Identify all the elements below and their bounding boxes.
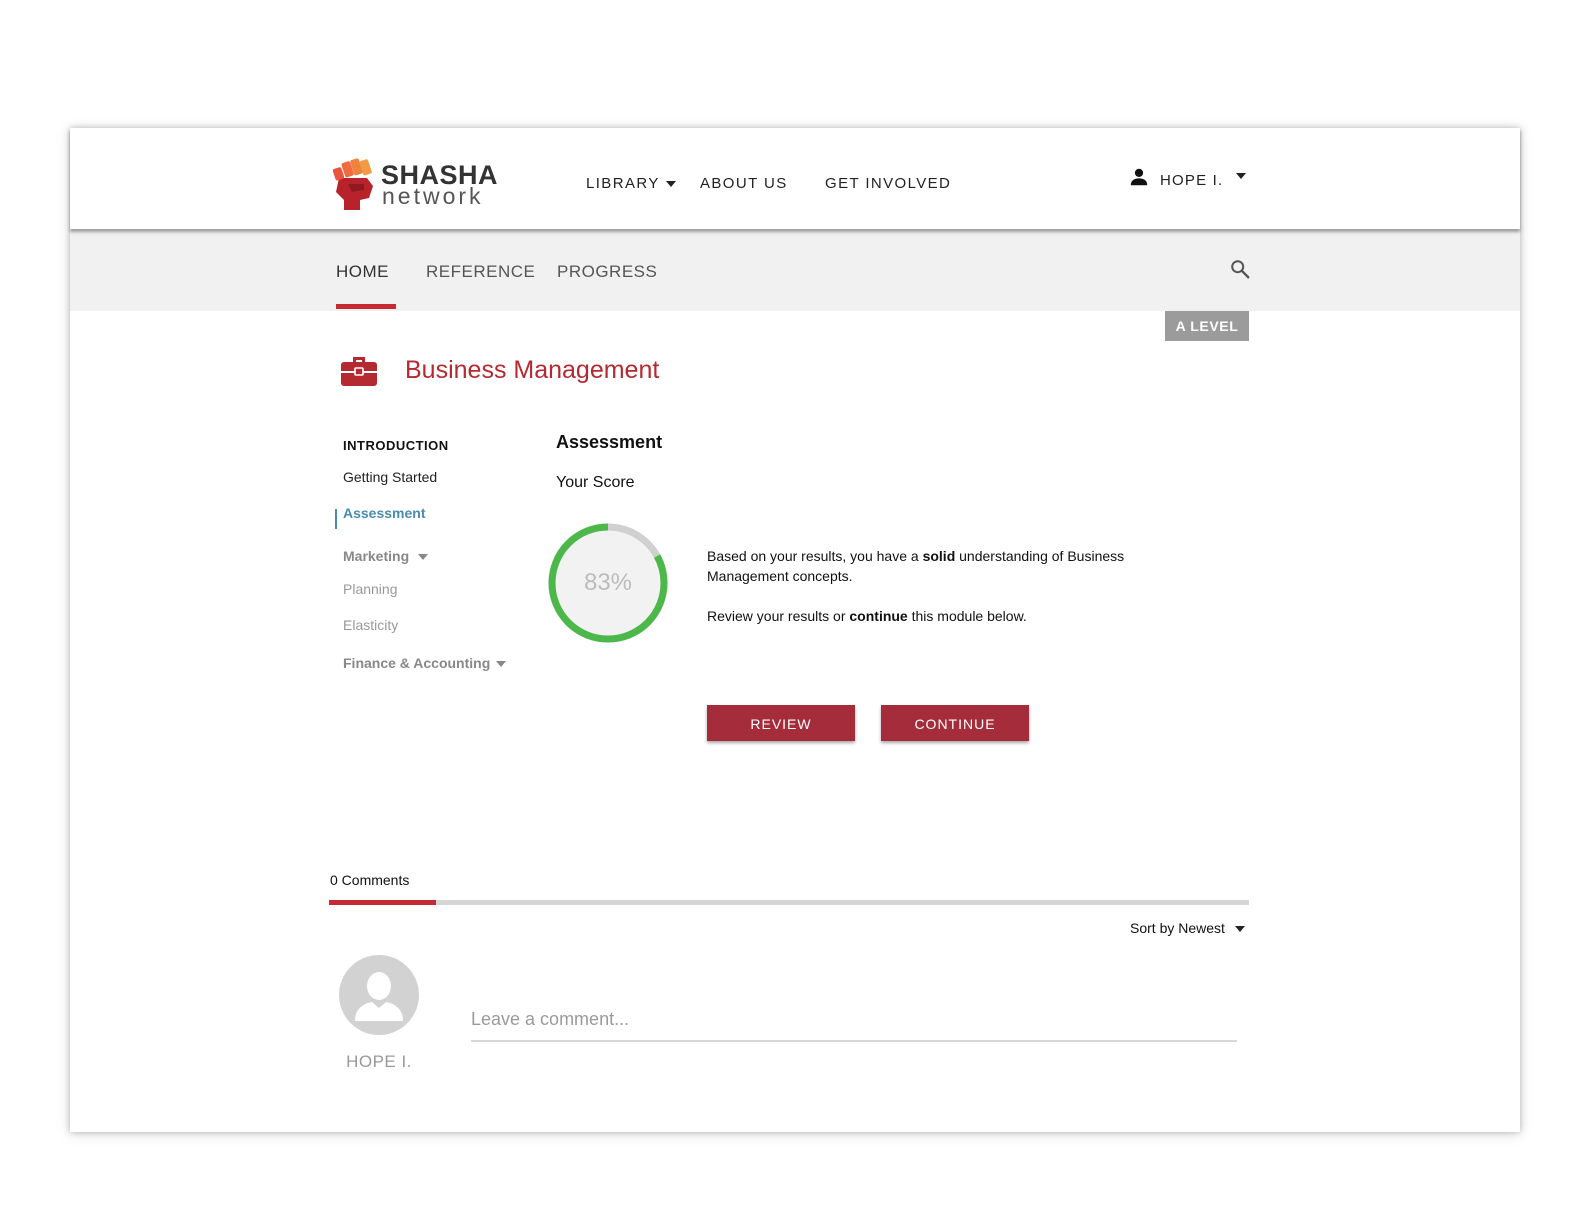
outline-section-finance[interactable]: Finance & Accounting: [343, 655, 507, 671]
outline-item-getting-started[interactable]: Getting Started: [343, 469, 437, 485]
comments-tab-bar: [329, 900, 1249, 905]
outline-item-assessment[interactable]: Assessment: [343, 505, 426, 521]
sort-label: Sort by Newest: [1130, 920, 1225, 936]
nav-library[interactable]: LIBRARY: [586, 175, 676, 192]
result-summary: Based on your results, you have a solid …: [707, 546, 1147, 586]
outline-heading-introduction: INTRODUCTION: [343, 438, 449, 453]
outline-section-label: Finance & Accounting: [343, 655, 491, 671]
next-step-text: this module below.: [907, 608, 1027, 624]
sort-dropdown[interactable]: Sort by Newest: [1130, 920, 1245, 936]
outline-item-planning[interactable]: Planning: [343, 581, 398, 597]
nav-get-involved[interactable]: GET INVOLVED: [825, 175, 951, 192]
active-item-indicator: [335, 509, 337, 529]
assessment-title: Assessment: [556, 432, 663, 452]
level-badge: A LEVEL: [1165, 311, 1249, 341]
top-header: SHASHA network LIBRARY ABOUT US GET INVO…: [70, 128, 1520, 229]
next-step-text: Review your results or: [707, 608, 850, 624]
shasha-logo[interactable]: SHASHA network: [330, 154, 500, 212]
app-window: SHASHA network LIBRARY ABOUT US GET INVO…: [70, 128, 1520, 1132]
nav-about-us[interactable]: ABOUT US: [700, 175, 788, 192]
chevron-down-icon: [1234, 926, 1245, 933]
outline-section-label: Marketing: [343, 548, 410, 564]
review-results-button[interactable]: REVIEW RESULTS: [707, 705, 855, 768]
logo-wordmark-bottom: network: [382, 183, 484, 209]
chevron-down-icon: [418, 554, 429, 561]
nav-library-label: LIBRARY: [586, 175, 660, 192]
avatar: [339, 955, 419, 1035]
search-icon[interactable]: [1229, 258, 1251, 280]
fist-logo-icon: [332, 158, 373, 210]
tab-reference[interactable]: REFERENCE: [426, 262, 535, 282]
outline-section-marketing[interactable]: Marketing: [343, 548, 429, 564]
person-icon: [1130, 168, 1148, 186]
section-tabs: HOME REFERENCE PROGRESS: [70, 229, 1520, 311]
result-next-step: Review your results or continue this mod…: [707, 606, 1147, 626]
chevron-down-icon: [496, 661, 507, 668]
module-title: Business Management: [405, 356, 660, 384]
user-name: HOPE I.: [1160, 172, 1224, 189]
commenter-name: HOPE I.: [346, 1052, 412, 1071]
comment-input[interactable]: [471, 998, 1237, 1042]
continue-button[interactable]: CONTINUE: [881, 705, 1029, 741]
result-rating: solid: [922, 548, 956, 564]
score-subtitle: Your Score: [556, 474, 635, 491]
chevron-down-icon: [1236, 173, 1246, 179]
tab-progress[interactable]: PROGRESS: [557, 262, 657, 282]
user-silhouette-icon: [355, 972, 403, 1021]
comments-tab-indicator: [329, 900, 436, 905]
result-text: Based on your results, you have a: [707, 548, 923, 564]
chevron-down-icon: [665, 181, 676, 188]
score-percentage: 83%: [583, 569, 633, 596]
briefcase-icon: [341, 357, 377, 386]
next-step-emphasis: continue: [849, 608, 908, 624]
outline-item-elasticity[interactable]: Elasticity: [343, 617, 398, 633]
comment-count[interactable]: 0 Comments: [330, 872, 409, 888]
active-tab-indicator: [336, 304, 396, 309]
tab-home[interactable]: HOME: [336, 262, 389, 282]
